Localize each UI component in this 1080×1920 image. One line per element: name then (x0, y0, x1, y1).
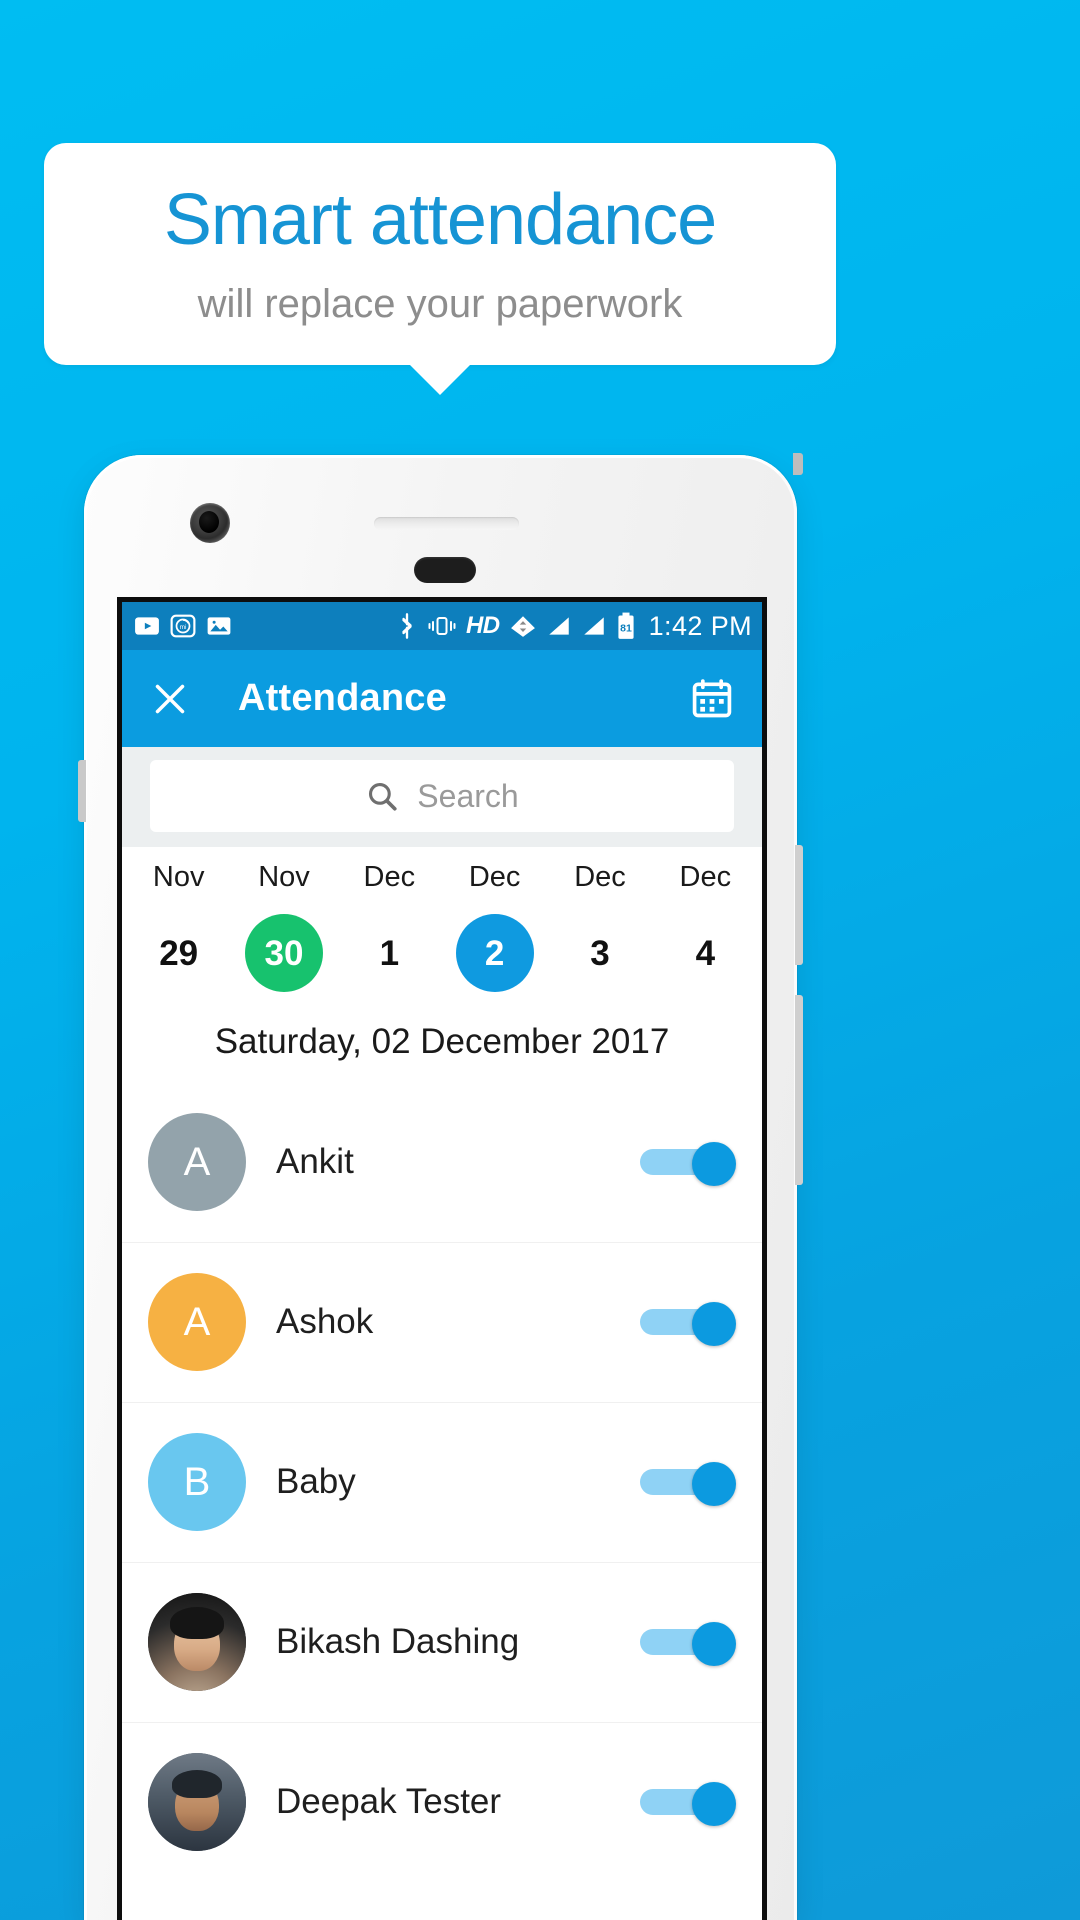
avatar-initial: A (183, 1139, 211, 1184)
date-month-label: Dec (363, 861, 416, 893)
phone-volume-up-button (795, 845, 803, 965)
list-item-name: Ankit (276, 1142, 354, 1181)
signal-sim2-icon (583, 617, 604, 635)
search-icon (369, 782, 397, 811)
list-item-name: Baby (276, 1462, 356, 1501)
avatar-photo-image (148, 1593, 246, 1691)
svg-text:mi: mi (180, 624, 187, 631)
toggle-knob (692, 1462, 736, 1506)
earpiece-speaker (374, 517, 519, 530)
avatar: A (148, 1273, 246, 1371)
toggle-knob (692, 1782, 736, 1826)
list-item-name: Ashok (276, 1302, 374, 1341)
date-cell-1[interactable]: Nov 30 (231, 863, 336, 992)
attendance-toggle[interactable] (640, 1782, 736, 1826)
youtube-play-icon (135, 617, 159, 635)
promo-title: Smart attendance (163, 180, 717, 260)
calendar-icon[interactable] (690, 677, 734, 721)
front-camera-icon (190, 503, 230, 543)
vibrate-icon (428, 617, 456, 635)
app-bar-actions (690, 677, 734, 721)
date-day-label: 3 (590, 933, 610, 973)
date-month-label: Dec (574, 861, 626, 893)
attendance-toggle[interactable] (640, 1622, 736, 1666)
phone-mockup: mi HD 81 1:42 PM Attendance Search Nov 2… (78, 453, 803, 1920)
close-icon[interactable] (150, 679, 190, 719)
avatar-initial: B (183, 1459, 211, 1504)
date-cell-4[interactable]: Dec 3 (547, 863, 652, 992)
date-day-circle-today: 30 (244, 914, 323, 992)
gallery-image-icon (207, 617, 231, 635)
signal-sim1-icon (548, 617, 569, 635)
avatar: A (148, 1113, 246, 1211)
date-day-label: 29 (159, 933, 199, 973)
phone-screen: mi HD 81 1:42 PM Attendance Search Nov 2… (117, 597, 767, 1920)
date-day-circle-selected: 2 (455, 914, 534, 992)
date-cell-2[interactable]: Dec 1 (337, 863, 442, 992)
date-month-label: Nov (152, 861, 205, 893)
bluetooth-icon (402, 613, 412, 639)
date-day-label: 30 (264, 933, 304, 973)
battery-level-text: 81 (620, 622, 632, 634)
search-placeholder: Search (417, 777, 519, 814)
date-day-circle: 4 (666, 914, 744, 992)
search-bar-container: Search (122, 747, 762, 847)
search-input[interactable]: Search (150, 760, 734, 832)
battery-icon: 81 (618, 612, 634, 639)
date-cell-0[interactable]: Nov 29 (126, 863, 231, 992)
promo-subtitle: will replace your paperwork (197, 282, 683, 326)
avatar-photo (148, 1753, 246, 1851)
date-day-label: 1 (379, 933, 400, 973)
attendance-toggle[interactable] (640, 1462, 736, 1506)
date-strip: Nov 29 Nov 30 Dec 1 Dec 2 Dec 3 Dec 4 (122, 847, 762, 996)
list-item[interactable]: Bikash Dashing (122, 1562, 762, 1722)
status-bar: mi HD 81 1:42 PM (122, 602, 762, 650)
avatar-photo (148, 1593, 246, 1691)
date-day-circle: 3 (561, 914, 639, 992)
status-bar-system-icons: HD 81 1:42 PM (396, 611, 752, 642)
date-day-circle: 1 (350, 914, 428, 992)
date-day-label: 2 (484, 933, 505, 973)
avatar-photo-image (148, 1753, 246, 1851)
date-day-label: 4 (695, 933, 716, 973)
avatar-initial: A (183, 1299, 211, 1344)
attendance-list: A Ankit A Ashok B Baby Bikash Dashing De… (122, 1082, 762, 1882)
date-month-label: Nov (258, 861, 310, 893)
list-item[interactable]: A Ashok (122, 1242, 762, 1402)
toggle-knob (692, 1302, 736, 1346)
attendance-toggle[interactable] (640, 1302, 736, 1346)
avatar: B (148, 1433, 246, 1531)
date-cell-3[interactable]: Dec 2 (442, 863, 547, 992)
list-item[interactable]: A Ankit (122, 1082, 762, 1242)
phone-antenna-band (793, 453, 803, 475)
phone-power-button (78, 760, 86, 822)
phone-volume-down-button (795, 995, 803, 1185)
home-button[interactable] (414, 557, 476, 583)
wifi-icon (510, 616, 535, 637)
hd-voice-icon: HD (465, 612, 500, 639)
list-item[interactable]: Deepak Tester (122, 1722, 762, 1882)
selected-date-heading: Saturday, 02 December 2017 (122, 996, 762, 1082)
date-cell-5[interactable]: Dec 4 (653, 863, 758, 992)
date-day-circle: 29 (140, 914, 218, 992)
status-bar-notifications: mi (134, 613, 232, 639)
page-title: Attendance (238, 677, 447, 719)
toggle-knob (692, 1622, 736, 1666)
list-item[interactable]: B Baby (122, 1402, 762, 1562)
date-month-label: Dec (679, 861, 732, 893)
promo-card: Smart attendance will replace your paper… (44, 143, 836, 365)
app-bar: Attendance (122, 650, 762, 747)
list-item-name: Bikash Dashing (276, 1622, 520, 1661)
mi-sync-icon: mi (170, 614, 196, 638)
list-item-name: Deepak Tester (276, 1782, 502, 1821)
toggle-knob (692, 1142, 736, 1186)
promo-card-tail (408, 363, 472, 395)
status-bar-clock: 1:42 PM (648, 610, 752, 641)
date-month-label: Dec (468, 861, 521, 893)
attendance-toggle[interactable] (640, 1142, 736, 1186)
